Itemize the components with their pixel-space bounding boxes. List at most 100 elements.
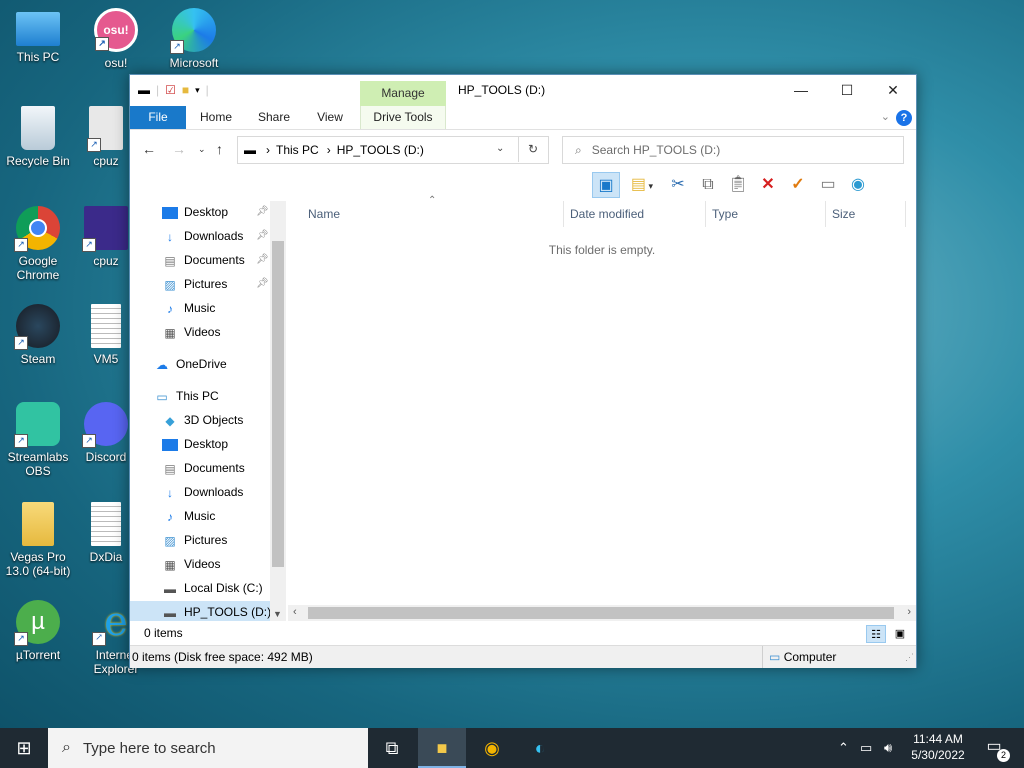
tab-file[interactable]: File (130, 106, 186, 129)
pin-icon[interactable]: 📌︎ (256, 225, 269, 247)
copy-icon[interactable]: ⧉ (694, 172, 722, 198)
tab-view[interactable]: View (306, 106, 354, 129)
column-header-size[interactable]: Size (826, 201, 906, 227)
desktop-icon-vm5[interactable]: VM5 (78, 304, 134, 366)
preview-pane-button[interactable]: ▣ (592, 172, 620, 198)
properties-icon[interactable]: ☑ (165, 83, 176, 97)
search-input[interactable]: Search HP_TOOLS (D:) (592, 143, 720, 157)
column-header-name[interactable]: Name (288, 201, 564, 227)
desktop-icon-microsoft-edge[interactable]: ↗ Microsoft (156, 8, 232, 70)
refresh-button[interactable]: ↻ (518, 136, 547, 162)
clock[interactable]: 11:44 AM 5/30/2022 (906, 731, 970, 763)
file-list[interactable]: ⌃ Name Date modified Type Size This fold… (288, 195, 916, 604)
desktop-icon-this-pc[interactable]: This PC (0, 8, 76, 64)
desktop-icon-discord[interactable]: ↗ Discord (78, 402, 134, 464)
nav-item-videos[interactable]: ▦ Videos (130, 321, 286, 343)
tab-share[interactable]: Share (250, 106, 298, 129)
nav-item-local-disk-c[interactable]: ▬ Local Disk (C:) (130, 577, 286, 599)
nav-item-desktop[interactable]: Desktop 📌︎ (130, 201, 286, 223)
utorrent-icon: µ ↗ (14, 600, 60, 646)
cut-icon[interactable]: ✂ (664, 172, 692, 198)
minimize-button[interactable]: — (778, 75, 824, 106)
nav-item-music[interactable]: ♪ Music (130, 297, 286, 319)
help-icon[interactable]: ? (896, 110, 912, 126)
pin-icon[interactable]: 📌︎ (256, 249, 269, 271)
scroll-right-icon[interactable]: › (907, 606, 911, 618)
desktop-icon-cpuz-1[interactable]: ↗ cpuz (78, 106, 134, 168)
desktop-icon-recycle-bin[interactable]: Recycle Bin (0, 106, 76, 168)
check-icon[interactable]: ✓ (784, 172, 812, 198)
tab-home[interactable]: Home (190, 106, 242, 129)
file-list-horizontal-scrollbar[interactable]: ‹ › (288, 605, 916, 621)
search-box[interactable]: ⌕ Search HP_TOOLS (D:) (562, 136, 904, 164)
taskbar-chrome[interactable]: ◉ (468, 728, 516, 768)
nav-item-this-pc[interactable]: ▭ This PC (130, 385, 286, 407)
desktop-icon-dxdiag[interactable]: DxDia (78, 502, 134, 564)
resize-grip-icon[interactable]: ⋰ (905, 646, 914, 668)
scroll-down-icon[interactable]: ▼ (273, 609, 282, 619)
scrollbar-thumb[interactable] (308, 607, 894, 619)
new-folder-icon[interactable]: ■ (182, 83, 189, 97)
recent-locations-icon[interactable]: ⌄ (198, 144, 206, 155)
nav-item-pc-videos[interactable]: ▦ Videos (130, 553, 286, 575)
local-disk-icon: ▬ (164, 581, 176, 596)
delete-icon[interactable]: ✕ (754, 172, 782, 198)
pin-icon[interactable]: 📌︎ (256, 273, 269, 295)
pin-icon[interactable]: 📌︎ (256, 201, 269, 223)
start-button[interactable]: ⊞ (0, 728, 48, 768)
show-hidden-icons-button[interactable]: ⌃ (838, 728, 849, 768)
desktop-icon-cpuz-2[interactable]: ↗ cpuz (78, 206, 134, 268)
desktop-icon-osu[interactable]: osu! ↗ osu! (78, 8, 154, 70)
forward-button[interactable]: → (172, 141, 186, 157)
column-header-type[interactable]: Type (706, 201, 826, 227)
volume-icon[interactable]: 🔊︎ (884, 728, 892, 768)
nav-item-documents[interactable]: ▤ Documents 📌︎ (130, 249, 286, 271)
nav-item-pc-desktop[interactable]: Desktop (130, 433, 286, 455)
notifications-button[interactable]: ▭ 2 (980, 736, 1010, 762)
back-button[interactable]: ← (142, 141, 156, 157)
large-icons-view-button[interactable]: ▣ (890, 625, 910, 643)
breadcrumb-hp-tools[interactable]: HP_TOOLS (D:) (337, 143, 424, 157)
breadcrumb-this-pc[interactable]: This PC (276, 143, 319, 157)
scroll-left-icon[interactable]: ‹ (293, 606, 297, 618)
streamlabs-icon: ↗ (14, 402, 60, 448)
up-button[interactable]: ↑ (216, 141, 223, 157)
paste-icon[interactable]: 📋︎ (724, 172, 752, 198)
nav-item-3d-objects[interactable]: ◆ 3D Objects (130, 409, 286, 431)
globe-icon[interactable]: ◉ (844, 172, 872, 198)
nav-item-pc-pictures[interactable]: ▨ Pictures (130, 529, 286, 551)
taskbar-file-explorer[interactable]: ■ (418, 728, 466, 768)
nav-item-downloads[interactable]: ↓ Downloads 📌︎ (130, 225, 286, 247)
rename-icon[interactable]: ▭ (814, 172, 842, 198)
nav-item-hp-tools-d[interactable]: ▬ HP_TOOLS (D:) (130, 601, 286, 621)
taskbar-edge[interactable]: ◐ (516, 728, 564, 768)
customize-qat-icon[interactable]: ▾ (195, 85, 200, 96)
tab-manage[interactable]: Manage (360, 81, 446, 107)
details-view-button[interactable]: ☷ (866, 625, 886, 643)
task-view-button[interactable]: ⧉ (368, 728, 416, 768)
osu-icon: osu! ↗ (94, 8, 138, 52)
desktop-icon-utorrent[interactable]: µ ↗ µTorrent (0, 600, 76, 662)
desktop-icon-google-chrome[interactable]: ↗ Google Chrome (0, 206, 76, 282)
column-header-date-modified[interactable]: Date modified (564, 201, 706, 227)
nav-item-pc-downloads[interactable]: ↓ Downloads (130, 481, 286, 503)
maximize-button[interactable]: ☐ (824, 75, 870, 106)
close-button[interactable]: ✕ (870, 75, 916, 106)
taskbar-search[interactable]: ⌕ Type here to search (48, 728, 368, 768)
title-bar[interactable]: ▬ | ☑ ■ ▾ | Manage HP_TOOLS (D:) — ☐ ✕ (130, 75, 916, 107)
tab-drive-tools[interactable]: Drive Tools (360, 106, 446, 129)
taskbar-search-input[interactable]: Type here to search (83, 740, 216, 757)
new-folder-button[interactable]: ▤ ▾ (622, 172, 662, 198)
nav-pane-scrollbar[interactable]: ▼ (270, 201, 286, 621)
nav-item-onedrive[interactable]: ☁ OneDrive (130, 353, 286, 375)
nav-item-pc-music[interactable]: ♪ Music (130, 505, 286, 527)
nav-item-pictures[interactable]: ▨ Pictures 📌︎ (130, 273, 286, 295)
address-dropdown-icon[interactable]: ⌄ (496, 143, 504, 154)
nav-item-pc-documents[interactable]: ▤ Documents (130, 457, 286, 479)
desktop-icon-vegas-pro[interactable]: Vegas Pro 13.0 (64-bit) (0, 502, 76, 578)
desktop-icon-steam[interactable]: ↗ Steam (0, 304, 76, 366)
scrollbar-thumb[interactable] (272, 241, 284, 567)
desktop-icon-streamlabs-obs[interactable]: ↗ Streamlabs OBS (0, 402, 76, 478)
network-icon[interactable]: ▭ (860, 728, 872, 768)
expand-ribbon-icon[interactable]: ⌄ (881, 110, 890, 123)
